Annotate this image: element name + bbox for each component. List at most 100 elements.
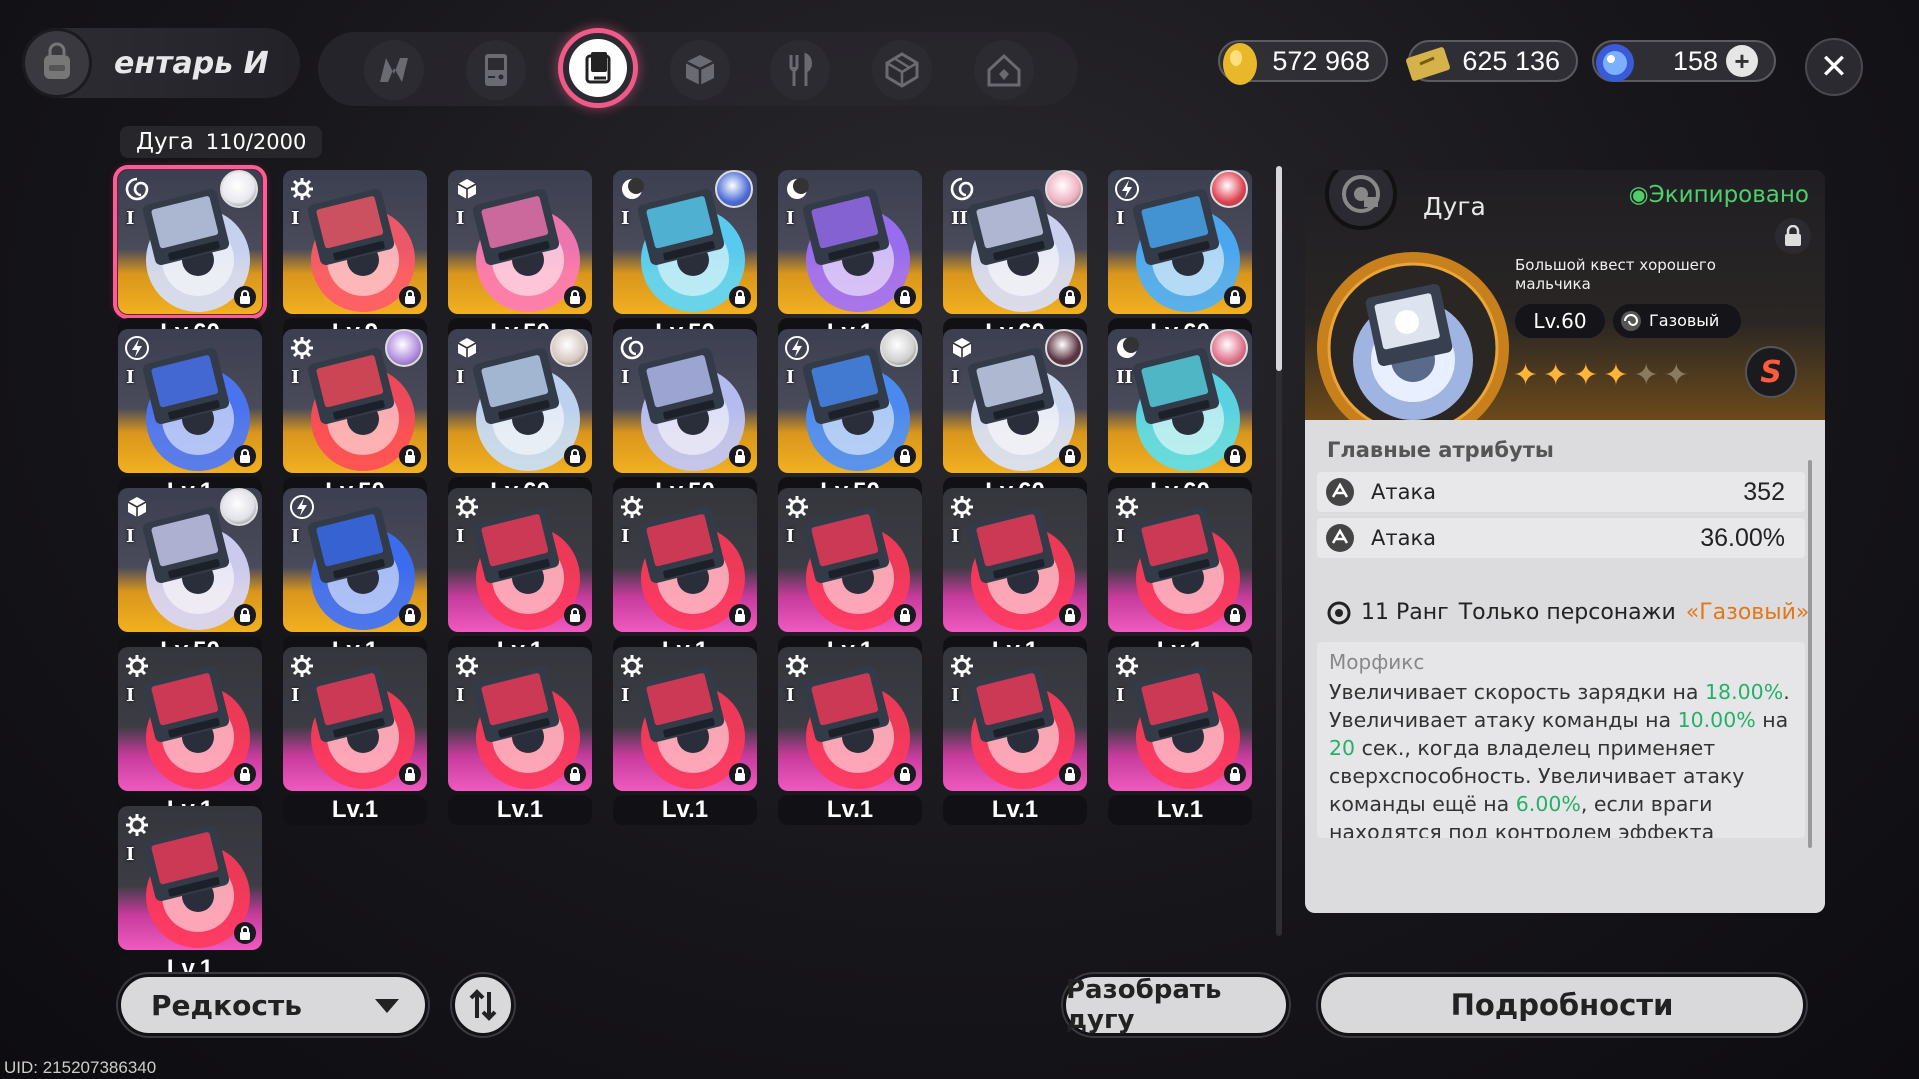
category-label: Дуга [136, 129, 194, 155]
lock-icon[interactable] [564, 445, 586, 467]
gear-attribute-icon [456, 655, 478, 677]
arc-item-card[interactable]: ILv.1 [277, 643, 427, 833]
lock-icon[interactable] [399, 445, 421, 467]
tab-gameboy[interactable] [466, 40, 526, 100]
arc-item-frame: I [943, 488, 1087, 632]
lock-icon[interactable] [399, 604, 421, 626]
lock-icon[interactable] [729, 604, 751, 626]
arc-item-card[interactable]: ILv.1 [1102, 643, 1252, 833]
arc-item-frame: I [1108, 170, 1252, 314]
bolt-attribute-icon [290, 495, 314, 519]
lock-icon[interactable] [894, 445, 916, 467]
add-crystal-button[interactable]: + [1726, 45, 1758, 77]
dismantle-button[interactable]: Разобрать дугу [1063, 974, 1289, 1036]
arc-item-card[interactable]: ILv.1 [442, 643, 592, 833]
user-id: UID: 215207386340 [4, 1058, 157, 1077]
detail-scrollbar[interactable] [1808, 460, 1812, 848]
grid-scroll-thumb[interactable] [1276, 166, 1282, 371]
lock-icon[interactable] [234, 763, 256, 785]
lock-icon[interactable] [1224, 445, 1246, 467]
arc-item-card[interactable]: ILv.1 [112, 802, 262, 992]
lock-icon[interactable] [1059, 445, 1081, 467]
lock-icon[interactable] [729, 445, 751, 467]
arc-item-frame: I [118, 647, 262, 791]
item-attribute-label: Газовый [1649, 311, 1720, 330]
detail-header: Дуга ◉Экипировано Большой квест хорошего… [1305, 170, 1825, 444]
arc-item-card[interactable]: I Lv.1 [937, 643, 1087, 833]
lock-icon[interactable] [1059, 286, 1081, 308]
star-icon: ✦ [1543, 358, 1569, 393]
tab-food[interactable] [770, 40, 830, 100]
lock-icon[interactable] [564, 286, 586, 308]
moon-attribute-icon [622, 178, 644, 199]
gear-attribute-icon [291, 655, 313, 677]
lock-icon[interactable] [234, 604, 256, 626]
rank-roman: I [621, 685, 630, 706]
main-attrs-title: Главные атрибуты [1327, 438, 1554, 462]
lock-icon[interactable] [234, 445, 256, 467]
tab-cube[interactable] [670, 40, 730, 100]
detail-lock-button[interactable] [1775, 218, 1811, 254]
lock-icon[interactable] [1224, 286, 1246, 308]
lock-icon[interactable] [1059, 604, 1081, 626]
arc-item-frame: II [943, 170, 1087, 314]
lock-icon[interactable] [564, 604, 586, 626]
close-icon: ✕ [1819, 47, 1849, 87]
lock-icon[interactable] [894, 763, 916, 785]
stat-row: Атака 352 [1317, 472, 1805, 512]
gear-attribute-icon [621, 496, 643, 518]
arc-item-card[interactable]: ILv.1 [772, 643, 922, 833]
lock-icon[interactable] [729, 286, 751, 308]
rank-roman: I [951, 685, 960, 706]
attack-icon [1326, 524, 1354, 552]
lock-icon[interactable] [399, 286, 421, 308]
gas-attribute-icon [1621, 311, 1641, 331]
character-avatar [220, 488, 258, 526]
rank-roman: I [786, 367, 795, 388]
category-count-badge: Дуга 110/2000 [120, 126, 323, 158]
lock-icon[interactable] [564, 763, 586, 785]
details-button[interactable]: Подробности [1318, 974, 1806, 1036]
rarity-filter-dropdown[interactable]: Редкость [118, 974, 428, 1036]
lock-icon[interactable] [234, 922, 256, 944]
arc-item-card[interactable]: ILv.1 [607, 643, 757, 833]
item-level-label: Lv.1 [943, 795, 1087, 825]
morph-box[interactable]: Морфикс Увеличивает скорость зарядки на … [1317, 642, 1805, 838]
lock-icon[interactable] [729, 763, 751, 785]
sort-order-button[interactable] [452, 974, 514, 1036]
rank-roman: I [1116, 685, 1125, 706]
inventory-title: ентарь И [114, 45, 269, 81]
tab-box[interactable] [872, 40, 932, 100]
rank-roman: I [291, 208, 300, 229]
rank-roman: I [456, 208, 465, 229]
arc-item-artwork [1317, 252, 1509, 444]
currency-ticket-value: 625 136 [1462, 45, 1560, 76]
gear-attribute-icon [621, 655, 643, 677]
item-name: Большой квест хорошего мальчика [1515, 256, 1716, 293]
rank-icon [1327, 601, 1351, 624]
lock-icon[interactable] [234, 286, 256, 308]
arc-item-frame: I [613, 170, 757, 314]
lock-icon[interactable] [1224, 763, 1246, 785]
lock-icon[interactable] [1224, 604, 1246, 626]
star-icon: ✦ [1633, 358, 1659, 393]
rank-element: «Газовый» [1685, 600, 1810, 625]
tab-house[interactable] [974, 40, 1034, 100]
lock-icon[interactable] [399, 763, 421, 785]
rank-roman: I [951, 367, 960, 388]
cube-attribute-icon [457, 338, 477, 358]
tab-arc[interactable] [558, 28, 638, 108]
close-button[interactable]: ✕ [1805, 38, 1863, 96]
lock-icon [1785, 225, 1801, 246]
grid-scrollbar[interactable] [1276, 166, 1282, 936]
tab-n-logo[interactable] [364, 40, 424, 100]
rank-roman: I [456, 685, 465, 706]
lock-icon[interactable] [894, 286, 916, 308]
sort-arrows-icon [469, 989, 497, 1021]
chevron-down-icon [375, 999, 399, 1013]
equipped-status: ◉Экипировано [1628, 182, 1809, 208]
arc-item-frame: I [448, 647, 592, 791]
lock-icon[interactable] [1059, 763, 1081, 785]
arc-item-frame: I [778, 647, 922, 791]
lock-icon[interactable] [894, 604, 916, 626]
